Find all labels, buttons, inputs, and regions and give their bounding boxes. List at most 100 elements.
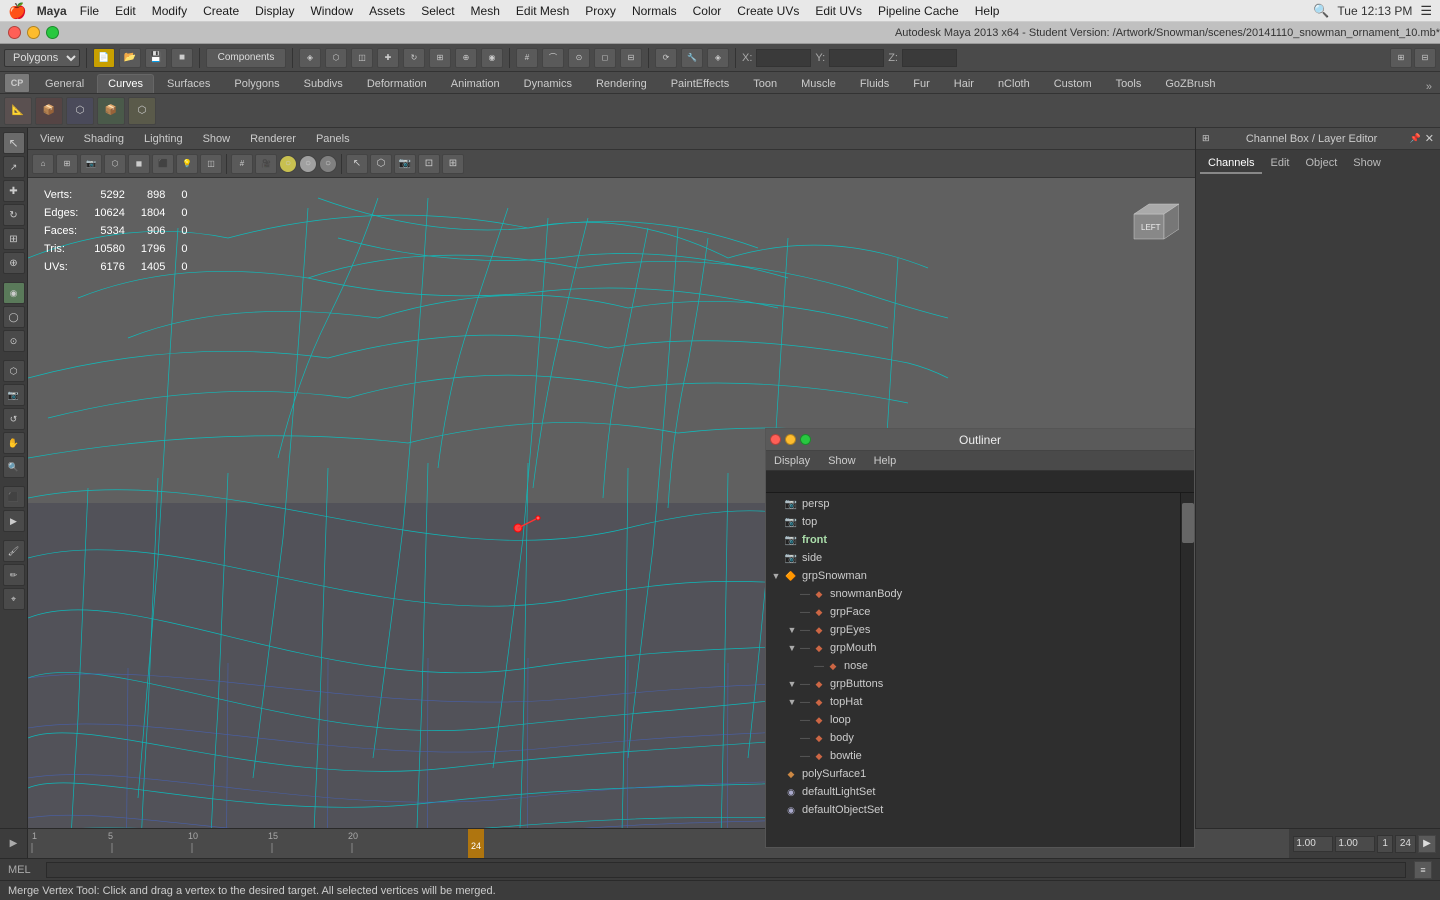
menu-display[interactable]: Display [248,0,301,22]
shelf-tab-hair[interactable]: Hair [943,74,985,93]
maximize-button[interactable] [46,26,59,39]
paint-icon[interactable]: ◫ [351,48,373,68]
list-item[interactable]: — ◆ bowtie [766,747,1180,765]
orientation-cube[interactable]: LEFT [1119,194,1179,254]
cp-icon[interactable]: CP [4,73,30,93]
list-item[interactable]: — ◆ body [766,729,1180,747]
outliner-display-menu[interactable]: Display [770,453,814,469]
shelf-tab-polygons[interactable]: Polygons [223,74,290,93]
scale-icon[interactable]: ⊞ [429,48,451,68]
list-item[interactable]: ▼ 🔶 grpSnowman [766,567,1180,585]
artisan-brush[interactable]: ✏ [3,564,25,586]
outliner-maximize[interactable] [800,434,811,445]
cb-tab-object[interactable]: Object [1297,154,1345,174]
render-region[interactable]: ⬛ [3,486,25,508]
shelf-icon-5[interactable]: ⬡ [128,97,156,125]
shelf-tab-fur[interactable]: Fur [902,74,941,93]
shelf-tab-ncloth[interactable]: nCloth [987,74,1041,93]
new-scene-icon[interactable]: 📄 [93,48,115,68]
scale-tool[interactable]: ⊞ [3,228,25,250]
shelf-tab-rendering[interactable]: Rendering [585,74,658,93]
vp-cam2[interactable]: 📷 [394,154,416,174]
construction-icon[interactable]: 🔧 [681,48,703,68]
save-icon[interactable]: 💾 [145,48,167,68]
sculpt-tool[interactable]: ◯ [3,306,25,328]
select-icon[interactable]: ◈ [299,48,321,68]
vp-light[interactable]: 💡 [176,154,198,174]
vp-persp[interactable]: 📷 [80,154,102,174]
vp-home[interactable]: ⌂ [32,154,54,174]
vp-hyp2[interactable]: ⊡ [418,154,440,174]
menu-edit-mesh[interactable]: Edit Mesh [509,0,576,22]
list-item[interactable]: 📷 persp [766,495,1180,513]
paint-select-tool[interactable]: ↗ [3,156,25,178]
vp-light2[interactable]: ○ [299,155,317,173]
shelf-tab-general[interactable]: General [34,74,95,93]
mode-select[interactable]: Polygons [4,49,80,67]
list-item[interactable]: ▼ — ◆ grpMouth [766,639,1180,657]
menu-modify[interactable]: Modify [145,0,194,22]
script-icon[interactable]: ≡ [1414,861,1432,879]
list-item[interactable]: ▼ — ◆ grpButtons [766,675,1180,693]
snap-point-icon[interactable]: ⊙ [568,48,590,68]
shelf-tab-curves[interactable]: Curves [97,74,154,93]
list-item[interactable]: ◉ defaultLightSet [766,783,1180,801]
show-menu[interactable]: Show [199,131,235,147]
list-item[interactable]: 📷 front [766,531,1180,549]
shelf-tab-tools[interactable]: Tools [1105,74,1153,93]
menu-edit-uvs[interactable]: Edit UVs [808,0,869,22]
rotate-icon[interactable]: ↻ [403,48,425,68]
list-item[interactable]: — ◆ snowmanBody [766,585,1180,603]
shelf-tab-painteffects[interactable]: PaintEffects [660,74,741,93]
list-item[interactable]: — ◆ nose [766,657,1180,675]
fur-brush[interactable]: ⌖ [3,588,25,610]
shelf-tab-toon[interactable]: Toon [742,74,788,93]
shelf-icon-4[interactable]: 📦 [97,97,125,125]
cb-tab-edit[interactable]: Edit [1262,154,1297,174]
minimize-button[interactable] [27,26,40,39]
list-item[interactable]: ▼ — ◆ grpEyes [766,621,1180,639]
menu-pipeline[interactable]: Pipeline Cache [871,0,966,22]
list-item[interactable]: 📷 side [766,549,1180,567]
menu-window[interactable]: Window [303,0,360,22]
menu-assets[interactable]: Assets [362,0,412,22]
shelf-tab-surfaces[interactable]: Surfaces [156,74,221,93]
menu-select[interactable]: Select [414,0,461,22]
shelf-tab-custom[interactable]: Custom [1043,74,1103,93]
list-item[interactable]: — ◆ loop [766,711,1180,729]
layout-icon[interactable]: ⊞ [1390,48,1412,68]
camera-tool[interactable]: 📷 [3,384,25,406]
panels-menu[interactable]: Panels [312,131,354,147]
y-input[interactable] [829,49,884,67]
universal-manip[interactable]: ⊕ [3,252,25,274]
menu-create[interactable]: Create [196,0,246,22]
shelf-tab-fluids[interactable]: Fluids [849,74,900,93]
search-icon[interactable]: 🔍 [1313,3,1329,19]
apple-menu[interactable]: 🍎 [8,2,27,20]
move-icon[interactable]: ✚ [377,48,399,68]
paint-brush[interactable]: 🖌 [3,540,25,562]
playback-end[interactable] [1335,836,1375,852]
list-item[interactable]: ◆ polySurface1 [766,765,1180,783]
shelf-tab-subdivs[interactable]: Subdivs [293,74,354,93]
universal-icon[interactable]: ⊕ [455,48,477,68]
shelf-tab-dynamics[interactable]: Dynamics [513,74,583,93]
list-item[interactable]: — ◆ grpFace [766,603,1180,621]
outliner-close[interactable] [770,434,781,445]
show-manip[interactable]: ⊙ [3,330,25,352]
zoom-tool[interactable]: 🔍 [3,456,25,478]
play-button[interactable]: ▶ [1418,835,1436,853]
x-input[interactable] [756,49,811,67]
panel-pin[interactable]: 📌 [1410,133,1421,144]
move-tool[interactable]: ✚ [3,180,25,202]
components-btn[interactable]: Components [206,48,286,68]
select-tool[interactable]: ↖ [3,132,25,154]
cb-tab-channels[interactable]: Channels [1200,154,1262,174]
menu-create-uvs[interactable]: Create UVs [730,0,806,22]
snap-surface-icon[interactable]: ◻ [594,48,616,68]
shelf-tab-muscle[interactable]: Muscle [790,74,847,93]
cb-tab-show[interactable]: Show [1345,154,1389,174]
ipr-render[interactable]: ▶ [3,510,25,532]
vp-grid[interactable]: # [231,154,253,174]
vp-shaded[interactable]: ◼ [128,154,150,174]
